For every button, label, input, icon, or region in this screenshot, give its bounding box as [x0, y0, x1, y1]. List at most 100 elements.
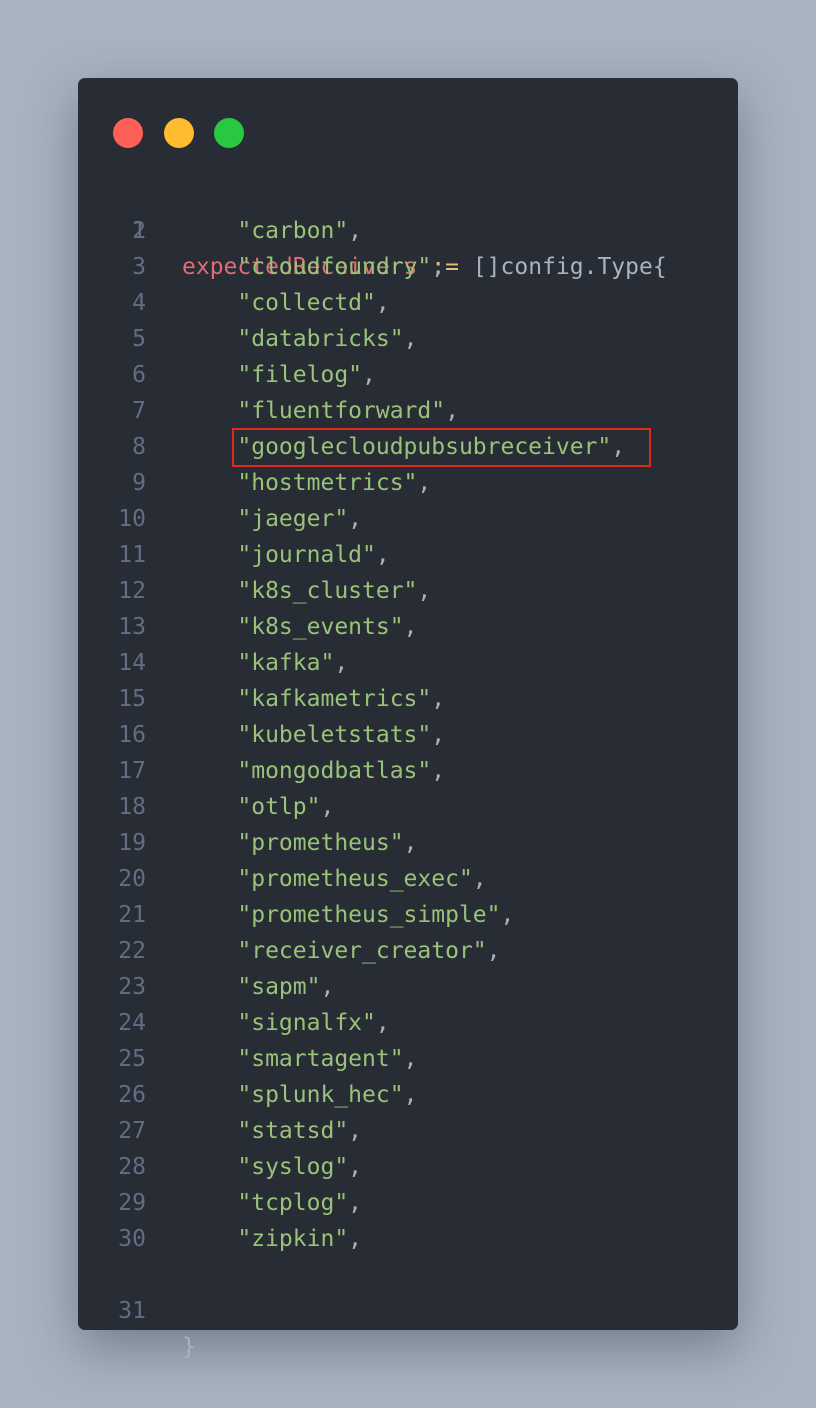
receiver-string: "zipkin": [237, 1226, 349, 1252]
code-content: "googlecloudpubsubreceiver",: [182, 429, 625, 465]
line-number: 6: [132, 362, 146, 388]
code-content: "receiver_creator",: [182, 933, 501, 969]
line-number: 10: [118, 506, 146, 532]
comma: ,: [431, 758, 446, 784]
comma: ,: [334, 650, 349, 676]
code-line: 22 "receiver_creator",: [78, 933, 738, 969]
code-content: "kafkametrics",: [182, 681, 445, 717]
receiver-string: "jaeger": [237, 506, 349, 532]
comma: ,: [472, 866, 487, 892]
comma: ,: [348, 1118, 363, 1144]
receiver-string: "fluentforward": [237, 398, 446, 424]
code-content: "smartagent",: [182, 1041, 417, 1077]
receiver-string: "collectd": [237, 290, 376, 316]
code-line: 25 "smartagent",: [78, 1041, 738, 1077]
line-number: 18: [118, 794, 146, 820]
code-line: 19 "prometheus",: [78, 825, 738, 861]
line-number: 28: [118, 1154, 146, 1180]
receiver-string: "googlecloudpubsubreceiver": [237, 434, 612, 460]
line-number: 14: [118, 650, 146, 676]
line-number: 22: [118, 938, 146, 964]
comma: ,: [403, 1046, 418, 1072]
receiver-string: "kubeletstats": [237, 722, 432, 748]
comma: ,: [431, 722, 446, 748]
code-line: 17 "mongodbatlas",: [78, 753, 738, 789]
code-content: "zipkin",: [182, 1221, 362, 1257]
code-line: 2 "carbon",: [78, 213, 738, 249]
receiver-string: "hostmetrics": [237, 470, 418, 496]
comma: ,: [431, 254, 446, 280]
receiver-string: "k8s_cluster": [237, 578, 418, 604]
code-content: "otlp",: [182, 789, 334, 825]
code-content: "signalfx",: [182, 1005, 390, 1041]
receiver-list: 2 "carbon", 3 "cloudfoundry", 4 "collectd"…: [78, 213, 738, 1257]
code-content: "k8s_cluster",: [182, 573, 431, 609]
code-line: 8 "googlecloudpubsubreceiver",: [78, 429, 738, 465]
code-line: 14 "kafka",: [78, 645, 738, 681]
code-content: "statsd",: [182, 1113, 362, 1149]
code-line: 31 }: [78, 1257, 738, 1360]
code-line: 4 "collectd",: [78, 285, 738, 321]
comma: ,: [403, 614, 418, 640]
line-number: 2: [132, 218, 146, 244]
code-line: 30 "zipkin",: [78, 1221, 738, 1257]
code-line: 28 "syslog",: [78, 1149, 738, 1185]
line-number: 30: [118, 1226, 146, 1252]
comma: ,: [320, 974, 335, 1000]
receiver-string: "kafkametrics": [237, 686, 432, 712]
receiver-string: "splunk_hec": [237, 1082, 404, 1108]
code-content: "cloudfoundry",: [182, 249, 445, 285]
comma: ,: [500, 902, 515, 928]
code-content: "mongodbatlas",: [182, 753, 445, 789]
comma: ,: [486, 938, 501, 964]
receiver-string: "prometheus": [237, 830, 404, 856]
code-content: "filelog",: [182, 357, 375, 393]
line-number: 3: [132, 254, 146, 280]
code-block: 1 expectedReceivers := []config.Type{ 2 …: [78, 177, 738, 1360]
line-number: 7: [132, 398, 146, 424]
code-content: "prometheus",: [182, 825, 417, 861]
code-line: 26 "splunk_hec",: [78, 1077, 738, 1113]
receiver-string: "k8s_events": [237, 614, 404, 640]
code-line: 9 "hostmetrics",: [78, 465, 738, 501]
line-number: 9: [132, 470, 146, 496]
line-number: 19: [118, 830, 146, 856]
code-content: "databricks",: [182, 321, 417, 357]
maximize-window-button[interactable]: [214, 118, 244, 148]
line-number: 13: [118, 614, 146, 640]
code-line: 11 "journald",: [78, 537, 738, 573]
receiver-string: "receiver_creator": [237, 938, 487, 964]
code-line: 6 "filelog",: [78, 357, 738, 393]
code-content: "prometheus_simple",: [182, 897, 514, 933]
line-number: 15: [118, 686, 146, 712]
line-number: 25: [118, 1046, 146, 1072]
code-content: "k8s_events",: [182, 609, 417, 645]
code-line: 12 "k8s_cluster",: [78, 573, 738, 609]
code-content: "splunk_hec",: [182, 1077, 417, 1113]
minimize-window-button[interactable]: [164, 118, 194, 148]
code-line: 1 expectedReceivers := []config.Type{: [78, 177, 738, 280]
receiver-string: "filelog": [237, 362, 363, 388]
closing-brace: }: [182, 1334, 196, 1360]
line-number: 12: [118, 578, 146, 604]
close-window-button[interactable]: [113, 118, 143, 148]
code-line: 21 "prometheus_simple",: [78, 897, 738, 933]
comma: ,: [417, 578, 432, 604]
code-content: "kubeletstats",: [182, 717, 445, 753]
code-content: "jaeger",: [182, 501, 362, 537]
comma: ,: [320, 794, 335, 820]
comma: ,: [375, 1010, 390, 1036]
code-content: "collectd",: [182, 285, 389, 321]
code-line: 18 "otlp",: [78, 789, 738, 825]
comma: ,: [417, 470, 432, 496]
line-number: 29: [118, 1190, 146, 1216]
receiver-string: "prometheus_exec": [237, 866, 473, 892]
line-number: 31: [118, 1298, 146, 1324]
code-content: "carbon",: [182, 213, 362, 249]
comma: ,: [445, 398, 459, 424]
code-line: 7 "fluentforward",: [78, 393, 738, 429]
code-line: 15 "kafkametrics",: [78, 681, 738, 717]
line-number: 8: [132, 434, 146, 460]
receiver-string: "syslog": [237, 1154, 349, 1180]
code-content: "journald",: [182, 537, 389, 573]
